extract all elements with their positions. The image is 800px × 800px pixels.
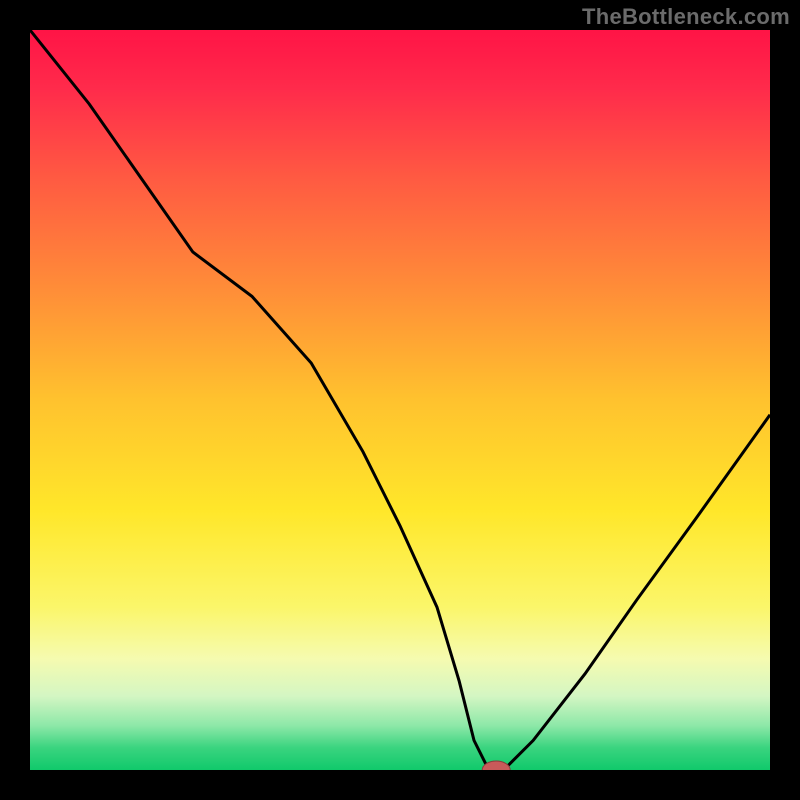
chart-frame: TheBottleneck.com	[0, 0, 800, 800]
watermark-label: TheBottleneck.com	[582, 4, 790, 30]
gradient-background	[30, 30, 770, 770]
chart-svg	[30, 30, 770, 770]
plot-area	[30, 30, 770, 770]
